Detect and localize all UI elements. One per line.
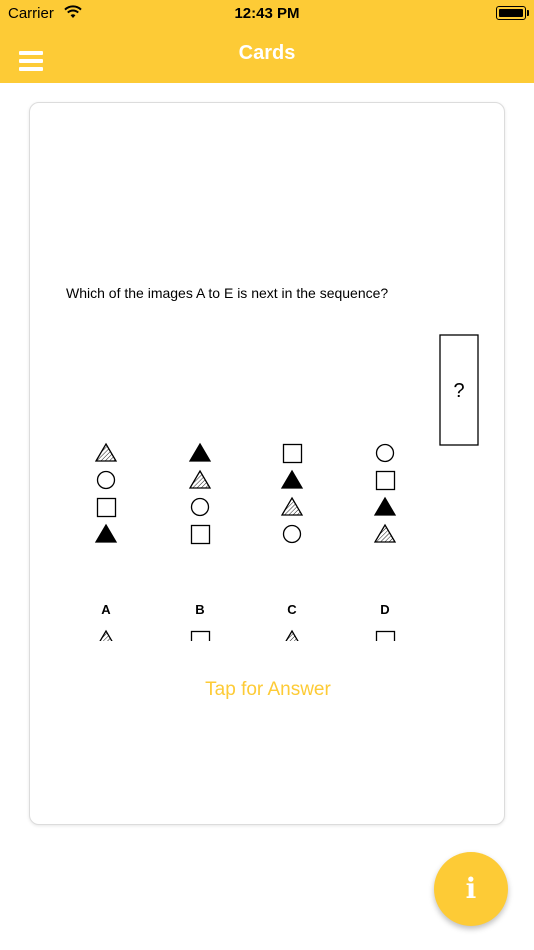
status-time: 12:43 PM <box>234 5 300 22</box>
option-label: C <box>287 602 297 617</box>
filled-triangle-shape <box>94 523 118 543</box>
striped-triangle-shape <box>285 629 299 641</box>
unknown-mark: ? <box>453 380 464 402</box>
striped-triangle-shape <box>99 629 113 641</box>
sequence-item-2 <box>188 442 212 545</box>
filled-triangle-shape <box>373 496 397 516</box>
striped-triangle-shape <box>373 523 397 543</box>
puzzle-figure: ? A B C D E <box>94 334 485 641</box>
square-shape <box>375 470 396 491</box>
square-shape <box>96 497 117 518</box>
info-icon[interactable]: i <box>434 852 508 926</box>
square-shape <box>190 630 211 641</box>
status-bar: Carrier 12:43 PM <box>0 0 534 28</box>
battery-icon <box>496 6 529 20</box>
option-a: A <box>99 602 113 641</box>
option-label: B <box>195 602 204 617</box>
unknown-box: ? <box>439 334 479 446</box>
option-c: C <box>285 602 299 641</box>
striped-triangle-shape <box>280 496 304 516</box>
striped-triangle-shape <box>94 442 118 462</box>
circle-shape <box>282 524 302 544</box>
option-label: A <box>101 602 111 617</box>
option-d: D <box>375 602 396 641</box>
square-shape <box>190 524 211 545</box>
option-e: E <box>482 602 485 641</box>
striped-triangle-shape <box>188 469 212 489</box>
tap-for-answer-button[interactable]: Tap for Answer <box>30 679 506 701</box>
circle-shape <box>190 497 210 517</box>
circle-shape <box>375 443 395 463</box>
sequence-item-4 <box>373 443 397 543</box>
square-shape <box>375 630 396 641</box>
option-b: B <box>190 602 211 641</box>
circle-shape <box>96 470 116 490</box>
filled-triangle-shape <box>482 631 485 641</box>
filled-triangle-shape <box>280 469 304 489</box>
square-shape <box>282 443 303 464</box>
navigation-bar: Cards <box>0 28 534 83</box>
question-card[interactable]: Which of the images A to E is next in th… <box>29 102 505 825</box>
page-title: Cards <box>238 42 296 64</box>
filled-triangle-shape <box>188 442 212 462</box>
sequence-item-3 <box>280 443 304 544</box>
sequence-item-1 <box>94 442 118 543</box>
option-label: D <box>380 602 389 617</box>
